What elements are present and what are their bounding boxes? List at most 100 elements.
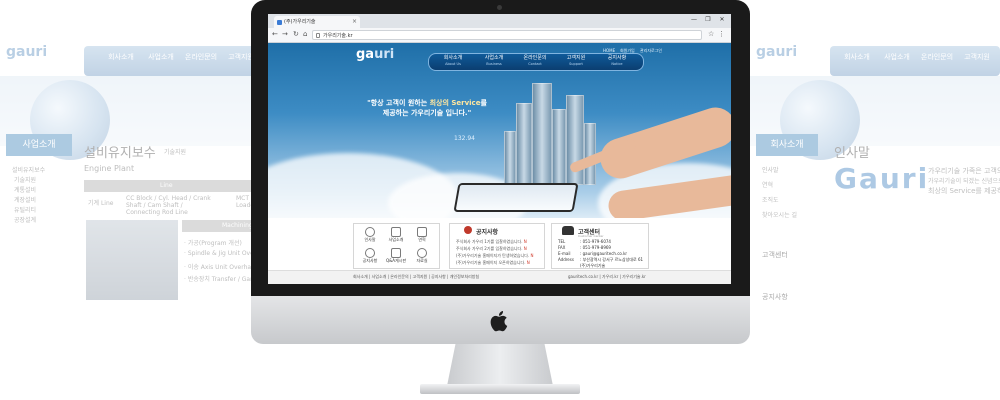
menu-dots-icon[interactable]: ⋮ [718, 30, 725, 38]
bg-right-nav-item: 고객지원 [964, 53, 990, 61]
bg-right-side-item: 인사말 [762, 167, 779, 174]
contact-row: TEL: 051-979-6074 [558, 239, 611, 244]
quick-link-label: 사업소개 [388, 237, 404, 242]
slogan-text: "항상 고객이 원하는 [367, 99, 430, 107]
bg-left-side-item: 설비유지보수 [12, 167, 46, 174]
bar-chart-icon [417, 227, 427, 237]
bg-left-side-header: 사업소개 [6, 134, 72, 156]
slogan-highlight: 최상의 Service [429, 99, 481, 107]
bg-right-notice-header: 공지사항 [762, 293, 788, 301]
contact-value: : 051-979-8969 [580, 245, 611, 250]
quick-link-label: 공지사항 [362, 258, 378, 263]
minimize-button[interactable]: — [689, 16, 699, 23]
contact-value: (주)가우리기술 [580, 263, 606, 268]
page-info-icon[interactable] [316, 33, 320, 38]
board-icon [391, 248, 401, 258]
nav-sublabel: Notice [611, 62, 623, 66]
bg-right-nav-item: 사업소개 [884, 53, 910, 61]
quick-link-notice[interactable]: 공지사항 [358, 248, 382, 264]
home-icon[interactable]: ⌂ [303, 30, 307, 38]
new-badge: N [523, 239, 527, 244]
site-logo[interactable]: gauri [356, 47, 394, 62]
bg-left-nav-item: 사업소개 [148, 53, 174, 61]
bookmark-star-icon[interactable]: ☆ [708, 30, 714, 38]
phone-icon [562, 226, 574, 235]
new-badge: N [530, 253, 534, 258]
document-icon [391, 227, 401, 237]
notice-item[interactable]: 주식회사 가우리 1기를 입찰하였습니다. N [456, 239, 527, 245]
url-input[interactable]: 가우리기술.kr [312, 30, 702, 40]
bg-left-list-item: · 가공(Program 개선) [184, 240, 242, 247]
bg-left-table-head-label: Line [160, 182, 173, 189]
tab-title: (주)가우리기술 [284, 19, 316, 25]
tablet-image [453, 183, 579, 212]
notice-icon [464, 226, 472, 234]
quick-link-archive[interactable]: 자료실 [410, 248, 434, 264]
quick-link-business[interactable]: 사업소개 [384, 227, 408, 243]
notice-item-text: 주식회사 가우리 1기를 입찰하였습니다. [456, 239, 523, 244]
maximize-button[interactable]: ❐ [703, 16, 713, 23]
slogan-text: 를 [480, 99, 487, 107]
notice-item-text: 주식회사 가우리 2기를 입찰하였습니다. [456, 246, 523, 251]
footer-links[interactable]: 회사소개 | 사업소개 | 온라인문의 | 고객지원 | 공지사항 | 개인정보… [353, 274, 479, 280]
bg-right-side-item: 연혁 [762, 182, 774, 189]
forward-arrow-icon[interactable]: → [282, 30, 288, 38]
building-image [552, 109, 566, 185]
bg-left-row-value: CC Block / Cyl. Head / Crank Shaft / Cam… [126, 195, 211, 216]
tab-close-icon[interactable]: × [352, 16, 357, 28]
bg-left-side-item: 유틸리티 [14, 207, 37, 214]
nav-item-about[interactable]: 회사소개 About Us [435, 55, 471, 67]
quick-link-label: Q&A게시판 [385, 258, 407, 263]
nav-item-notice[interactable]: 공지사항 Notice [599, 55, 635, 67]
notice-item[interactable]: (주)가우리기술 홈페이지 오픈하였습니다. N [456, 260, 530, 266]
favicon-icon [277, 20, 282, 25]
quick-link-label: 자료실 [416, 258, 428, 263]
notice-item[interactable]: (주)가우리기술 홈페이지가 탄생하였습니다. N [456, 253, 533, 259]
bg-left-subtitle: Machining [222, 222, 253, 229]
camera-icon [497, 5, 502, 10]
bg-left-side-item: 계통설비 [14, 187, 37, 194]
nav-item-support[interactable]: 고객지원 Support [558, 55, 594, 67]
quick-link-history[interactable]: 연혁 [410, 227, 434, 243]
contact-value: : gauri@gauritech.co.kr [580, 251, 628, 256]
util-admin-link[interactable]: 관리자로그인 [640, 48, 662, 54]
quick-link-qna[interactable]: Q&A게시판 [384, 248, 408, 264]
quick-link-greeting[interactable]: 인사말 [358, 227, 382, 243]
contact-value: : 부산광역시 강서구 르노삼성대로 61 [580, 257, 644, 262]
back-arrow-icon[interactable]: ← [272, 30, 278, 38]
stock-value-text: 132.94 [454, 135, 475, 142]
new-badge: N [526, 260, 530, 265]
target-icon [417, 248, 427, 258]
notice-item[interactable]: 주식회사 가우리 2기를 입찰하였습니다. N [456, 246, 527, 252]
site-main-nav: 회사소개 About Us 사업소개 Business 온라인문의 Contact 고… [428, 53, 644, 71]
browser-tab[interactable]: (주)가우리기술 × [274, 16, 360, 28]
bg-right-logo: gauri [756, 44, 798, 60]
apple-logo-icon [490, 311, 508, 332]
bg-left-row-label: 기계 Line [88, 200, 114, 207]
nav-sublabel: Business [486, 62, 502, 66]
address-bar: ← → ↻ ⌂ 가우리기술.kr ☆ ⋮ [268, 28, 731, 43]
reload-icon[interactable]: ↻ [293, 30, 299, 38]
notice-item-text: (주)가우리기술 홈페이지 오픈하였습니다. [456, 260, 526, 265]
nav-item-business[interactable]: 사업소개 Business [476, 55, 512, 67]
bg-right-tagline: 최상의 Service를 제공하겠습니다 [928, 187, 1000, 195]
contact-key: TEL [558, 239, 566, 244]
site-footer: 회사소개 | 사업소개 | 온라인문의 | 고객지원 | 공지사항 | 개인정보… [268, 270, 731, 284]
notice-item-text: (주)가우리기술 홈페이지가 탄생하였습니다. [456, 253, 530, 258]
nav-sublabel: Support [569, 62, 583, 66]
nav-label: 사업소개 [484, 55, 504, 61]
nav-item-contact[interactable]: 온라인문의 Contact [517, 55, 553, 67]
contact-row: (주)가우리기술 [558, 263, 605, 269]
chat-icon [365, 248, 375, 258]
bg-right-side-item: 조직도 [762, 197, 779, 204]
monitor-stand-neck [447, 344, 553, 386]
building-image [532, 83, 552, 185]
close-window-button[interactable]: ✕ [717, 16, 727, 23]
hero-slogan: "항상 고객이 원하는 최상의 Service를 제공하는 가우리기술 입니다.… [352, 98, 502, 118]
machine-photo [86, 220, 178, 300]
contact-key: FAX [558, 245, 566, 250]
notice-title[interactable]: 공지사항 [476, 227, 498, 236]
hero-banner: gauri HOME 회원가입 관리자로그인 회사소개 About Us 사업소개… [268, 43, 731, 218]
quick-menu-section: 인사말 사업소개 연혁 공지사항 Q&A게시판 자료실 공지사항 주식회사 가우… [268, 218, 731, 270]
browser-window: (주)가우리기술 × — ❐ ✕ ← → ↻ ⌂ 가우리기술.kr ☆ ⋮ ga… [268, 14, 731, 284]
